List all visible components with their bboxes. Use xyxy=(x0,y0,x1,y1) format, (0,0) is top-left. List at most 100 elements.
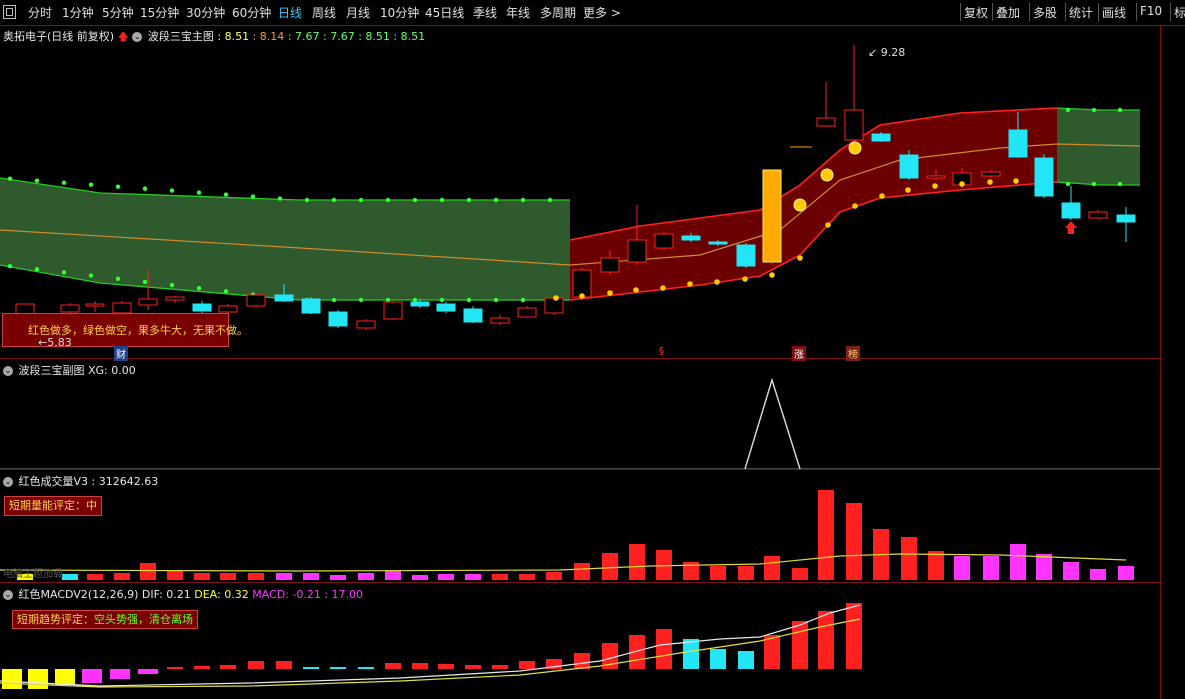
gold-coin-icon xyxy=(820,168,834,182)
band-dot xyxy=(61,270,67,275)
volume-bar xyxy=(1010,544,1026,580)
band-dot xyxy=(331,197,337,203)
event-s-marker[interactable]: § xyxy=(657,346,666,357)
macd-bar xyxy=(656,629,672,669)
volume-bar xyxy=(385,571,401,580)
band-dot xyxy=(34,178,40,183)
period-tab-6[interactable]: 日线 xyxy=(278,4,302,21)
buy-dot xyxy=(879,193,885,199)
macd-bar xyxy=(738,651,754,669)
period-tab-5[interactable]: 60分钟 xyxy=(232,4,271,21)
candle-up xyxy=(627,239,647,263)
tool-button-5[interactable]: F10 xyxy=(1140,4,1162,18)
period-tab-3[interactable]: 15分钟 xyxy=(140,4,179,21)
period-tab-1[interactable]: 1分钟 xyxy=(62,4,94,21)
band-dot xyxy=(358,197,364,203)
candle-down xyxy=(1008,129,1028,158)
candle-up xyxy=(544,297,564,314)
period-tab-12[interactable]: 年线 xyxy=(506,4,530,21)
buy-dot xyxy=(852,203,858,209)
period-tab-7[interactable]: 周线 xyxy=(312,4,336,21)
band-dot xyxy=(466,297,472,303)
period-tab-13[interactable]: 多周期 xyxy=(540,4,576,21)
low-price-value: 5.83 xyxy=(47,336,72,349)
tool-button-1[interactable]: 叠加 xyxy=(996,4,1020,21)
period-tab-9[interactable]: 10分钟 xyxy=(380,4,419,21)
tool-button-6[interactable]: 标 xyxy=(1174,4,1185,21)
macd-bar xyxy=(28,669,48,689)
band-dot xyxy=(358,297,364,303)
tool-button-4[interactable]: 画线 xyxy=(1102,4,1126,21)
buy-dot xyxy=(1013,178,1019,184)
band-dot xyxy=(385,197,391,203)
band-dot xyxy=(493,197,499,203)
candle-up xyxy=(85,303,105,307)
volume-bar xyxy=(1063,562,1079,580)
toolbar-separator xyxy=(992,3,993,21)
candle-up xyxy=(517,307,537,318)
period-tab-0[interactable]: 分时 xyxy=(28,4,52,21)
period-tab-11[interactable]: 季线 xyxy=(473,4,497,21)
band-dot xyxy=(34,267,40,272)
volume-bar xyxy=(465,574,481,580)
tool-button-2[interactable]: 多股 xyxy=(1033,4,1057,21)
period-tab-14[interactable]: 更多 > xyxy=(583,4,621,21)
band-dot xyxy=(88,182,94,187)
buy-dot xyxy=(633,287,639,293)
candle-down xyxy=(328,311,348,327)
band-dot xyxy=(88,273,94,278)
volume-bar xyxy=(1036,554,1052,580)
period-tab-8[interactable]: 月线 xyxy=(346,4,370,21)
candle-up xyxy=(60,304,80,313)
period-tab-2[interactable]: 5分钟 xyxy=(102,4,134,21)
window-icon[interactable] xyxy=(3,5,16,19)
signal-chart[interactable] xyxy=(0,359,1160,469)
candlestick-chart[interactable]: ↙ 9.28 xyxy=(0,40,1160,358)
volume-chart[interactable] xyxy=(0,470,1160,582)
period-tab-10[interactable]: 45日线 xyxy=(425,4,464,21)
period-tab-4[interactable]: 30分钟 xyxy=(186,4,225,21)
macd-chart[interactable] xyxy=(0,583,862,691)
candle-down xyxy=(463,308,483,323)
candle-down xyxy=(1034,157,1054,197)
candle-up xyxy=(981,171,1001,177)
buy-dot xyxy=(579,293,585,299)
buy-dot xyxy=(987,179,993,185)
volume-bar xyxy=(954,556,970,580)
candle-down xyxy=(871,133,891,142)
band-dot xyxy=(1117,107,1123,113)
candle-up xyxy=(600,257,620,273)
buy-dot xyxy=(714,279,720,285)
volume-bar xyxy=(438,574,454,580)
volume-bar xyxy=(62,574,78,580)
candle-up xyxy=(383,301,403,320)
gold-coin-icon xyxy=(848,141,862,155)
highlight-candle xyxy=(762,169,782,263)
volume-bar xyxy=(87,574,103,580)
candle-up xyxy=(218,305,238,313)
volume-bar xyxy=(248,573,264,580)
buy-dot xyxy=(742,276,748,282)
candle-up xyxy=(1088,211,1108,219)
band-dot xyxy=(1065,181,1071,187)
macd-bar xyxy=(818,611,834,669)
volume-bar xyxy=(412,575,428,580)
macd-bar xyxy=(330,667,346,669)
toolbar-separator xyxy=(1098,3,1099,21)
tool-button-0[interactable]: 复权 xyxy=(964,4,988,21)
bull-band xyxy=(570,108,1057,300)
tool-button-3[interactable]: 统计 xyxy=(1069,4,1093,21)
buy-dot xyxy=(905,187,911,193)
macd-bar xyxy=(385,663,401,669)
macd-bar xyxy=(303,667,319,669)
period-toolbar: 分时 1分钟 5分钟 15分钟 30分钟 60分钟 日线 周线 月线 10分钟 45日线 季线 年线 多周… xyxy=(0,0,1185,26)
band-dot xyxy=(331,297,337,303)
volume-bar xyxy=(983,556,999,580)
macd-bar xyxy=(82,669,102,683)
volume-bar xyxy=(1118,566,1134,580)
volume-bar xyxy=(276,573,292,580)
volume-bar xyxy=(492,574,508,580)
candle-down xyxy=(899,154,919,179)
strategy-note-text: 红色做多，绿色做空，果多牛大，无果不做。 xyxy=(28,324,248,337)
volume-bar xyxy=(519,574,535,580)
